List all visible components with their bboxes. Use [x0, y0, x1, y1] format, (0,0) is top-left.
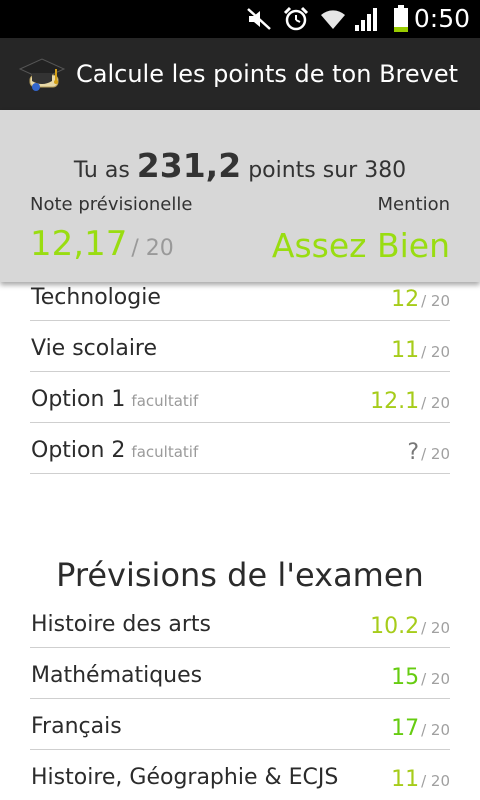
subject-label: Technologie — [31, 285, 161, 310]
subject-label: Mathématiques — [31, 663, 203, 688]
alarm-icon — [282, 5, 310, 33]
list-item[interactable]: Mathématiques 15/ 20 — [30, 648, 450, 699]
total-points: Tu as 231,2 points sur 380 — [73, 146, 407, 185]
predicted-grade-value: 12,17/ 20 — [30, 224, 174, 264]
clock: 0:50 — [413, 4, 470, 33]
list-item[interactable]: Option 2 facultatif ?/ 20 — [30, 423, 450, 474]
optional-tag: facultatif — [131, 443, 199, 461]
subject-label: Histoire, Géographie & ECJS — [31, 765, 339, 790]
predicted-grade-label: Note prévisionelle — [30, 194, 193, 215]
app-screen: 0:50 Calcule les points de ton Brevet Te… — [0, 0, 480, 800]
mention-value: Assez Bien — [271, 226, 450, 265]
subject-grade: 11/ 20 — [391, 338, 450, 363]
list-item[interactable]: Option 1 facultatif 12.1/ 20 — [30, 372, 450, 423]
status-bar: 0:50 — [0, 0, 480, 38]
subject-grade: 12.1/ 20 — [370, 389, 450, 414]
subject-label: Vie scolaire — [31, 336, 158, 361]
subject-grade: 15/ 20 — [391, 665, 450, 690]
list-item[interactable]: Histoire des arts 10.2/ 20 — [30, 597, 450, 648]
subject-grade: 12/ 20 — [391, 287, 450, 312]
subject-label: Option 2 facultatif — [31, 438, 199, 463]
subject-grade: 10.2/ 20 — [370, 614, 450, 639]
graduation-cap-icon[interactable] — [16, 49, 66, 99]
wifi-icon — [318, 5, 348, 33]
optional-tag: facultatif — [131, 392, 199, 410]
subject-grade: ?/ 20 — [407, 440, 450, 465]
mention-label: Mention — [377, 194, 451, 215]
subject-label: Français — [31, 714, 122, 739]
list-item[interactable]: Français 17/ 20 — [30, 699, 450, 750]
list-item[interactable]: Vie scolaire 11/ 20 — [30, 321, 450, 372]
score-summary-panel: Tu as 231,2 points sur 380 Note prévisio… — [0, 110, 480, 282]
action-bar: Calcule les points de ton Brevet — [0, 38, 480, 110]
subject-label: Option 1 facultatif — [31, 387, 199, 412]
total-points-value: 231,2 — [136, 146, 242, 185]
signal-icon — [352, 5, 382, 33]
battery-icon — [390, 5, 412, 33]
subject-label: Histoire des arts — [31, 612, 211, 637]
exam-section-title: Prévisions de l'examen — [56, 556, 424, 594]
subject-grade: 17/ 20 — [391, 716, 450, 741]
mute-icon — [245, 5, 273, 33]
subject-grade: 11/ 20 — [391, 767, 450, 792]
list-item[interactable]: Histoire, Géographie & ECJS 11/ 20 — [30, 750, 450, 800]
app-title: Calcule les points de ton Brevet — [76, 60, 459, 88]
